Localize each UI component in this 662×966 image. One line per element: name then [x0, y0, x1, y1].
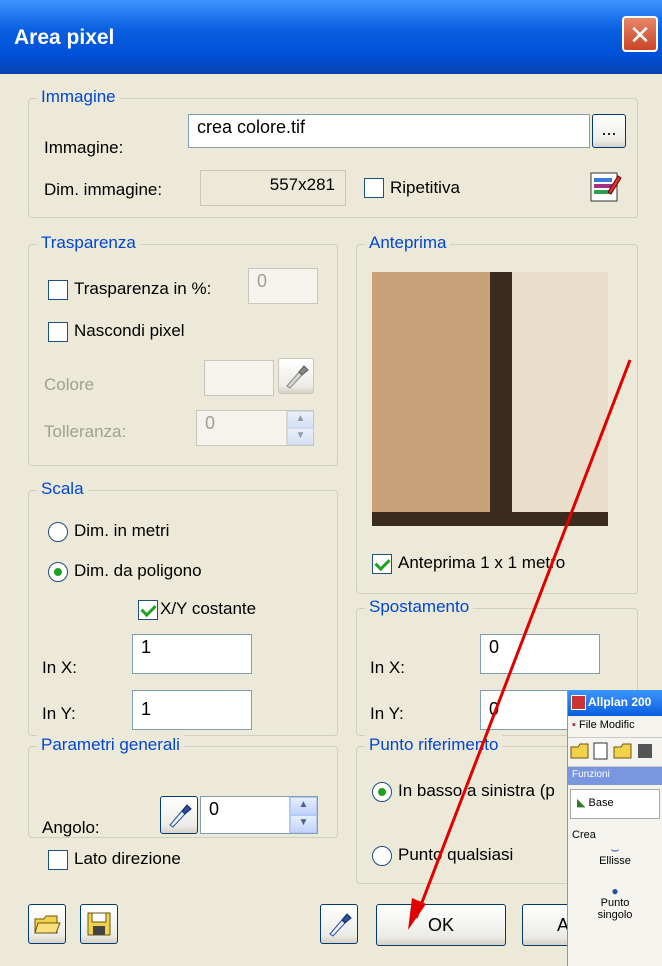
menu-modifica[interactable]: Modific: [600, 719, 635, 731]
eyedropper-icon: [329, 913, 352, 937]
allplan-app-icon: [571, 695, 586, 710]
legend-scala: Scala: [37, 479, 88, 499]
close-icon: ✕: [629, 20, 651, 50]
close-button[interactable]: ✕: [622, 16, 658, 52]
save-icon: [87, 912, 111, 936]
radio-dim-metri[interactable]: [48, 522, 68, 542]
lato-direzione-label[interactable]: Lato direzione: [74, 849, 181, 869]
eyedropper-footer-button[interactable]: [320, 904, 358, 944]
chevron-up-icon[interactable]: ▲: [287, 411, 314, 428]
anteprima-checkbox[interactable]: [372, 554, 392, 574]
xy-costante-label[interactable]: X/Y costante: [160, 599, 256, 619]
allplan-window-overlay: Allplan 200 ▪ File Modific Funzioni ◣ Ba…: [567, 690, 662, 966]
crea-label: Crea: [572, 829, 596, 841]
anteprima-label[interactable]: Anteprima 1 x 1 metro: [398, 553, 565, 573]
trasparenza-checkbox[interactable]: [48, 280, 68, 300]
nascondi-pixel-checkbox[interactable]: [48, 322, 68, 342]
ripetitiva-label[interactable]: Ripetitiva: [390, 178, 460, 198]
legend-immagine: Immagine: [37, 87, 120, 107]
punto-qualsiasi-label[interactable]: Punto qualsiasi: [398, 845, 513, 865]
legend-trasparenza: Trasparenza: [37, 233, 140, 253]
base-item[interactable]: ◣ Base: [570, 789, 660, 819]
eyedropper-icon: [169, 804, 192, 828]
title-bar[interactable]: Area pixel ✕: [0, 0, 662, 74]
punto-singolo-tool[interactable]: ● Punto singolo: [568, 885, 662, 921]
toolbar-save-icon[interactable]: [638, 744, 652, 758]
menu-app-icon: ▪: [572, 719, 576, 731]
allplan-titlebar[interactable]: Allplan 200: [568, 690, 662, 716]
image-label: Immagine:: [44, 138, 124, 157]
spostamento-in-x-label: In X:: [370, 658, 405, 677]
menu-file[interactable]: File: [579, 719, 597, 731]
chevron-down-icon[interactable]: ▼: [287, 428, 314, 445]
scala-in-y-field[interactable]: 1: [132, 690, 252, 730]
ellisse-label: Ellisse: [599, 855, 631, 867]
area-pixel-dialog: Area pixel ✕ Immagine Immagine: crea col…: [0, 0, 662, 966]
preview-image: [372, 272, 608, 526]
dim-label: Dim. immagine:: [44, 180, 163, 199]
eyedropper-colore-button[interactable]: [278, 358, 314, 394]
lato-direzione-checkbox[interactable]: [48, 850, 68, 870]
edit-image-icon[interactable]: [588, 170, 622, 204]
radio-punto-qualsiasi[interactable]: [372, 846, 392, 866]
punto-label: Punto: [600, 897, 630, 909]
xy-costante-checkbox[interactable]: [138, 600, 158, 620]
dim-value: 557x281: [200, 170, 346, 206]
legend-punto-riferimento: Punto riferimento: [365, 735, 503, 755]
colore-label: Colore: [44, 375, 95, 394]
legend-anteprima: Anteprima: [365, 233, 451, 253]
ellisse-tool[interactable]: ⌣ Ellisse: [568, 841, 662, 867]
toolbar-open-icon[interactable]: [570, 743, 589, 759]
angolo-label: Angolo:: [42, 818, 100, 837]
point-icon: ●: [611, 884, 619, 898]
singolo-label: singolo: [597, 909, 633, 921]
nascondi-pixel-label[interactable]: Nascondi pixel: [74, 321, 185, 341]
dim-poligono-label[interactable]: Dim. da poligono: [74, 561, 202, 581]
angolo-spinner[interactable]: ▲ ▼: [289, 797, 317, 833]
ok-button[interactable]: OK: [376, 904, 506, 946]
image-file-field[interactable]: crea colore.tif: [188, 114, 590, 148]
funzioni-header: Funzioni: [568, 767, 662, 785]
ripetitiva-checkbox[interactable]: [364, 178, 384, 198]
scala-in-x-label: In X:: [42, 658, 77, 677]
spostamento-in-y-label: In Y:: [370, 704, 404, 723]
in-basso-sinistra-label[interactable]: In basso a sinistra (p: [398, 781, 555, 801]
toolbar-folder-icon[interactable]: [613, 743, 632, 759]
tolleranza-label: Tolleranza:: [44, 422, 127, 441]
chevron-down-icon[interactable]: ▼: [290, 815, 317, 833]
toolbar-new-icon[interactable]: [593, 742, 608, 760]
allplan-toolbar: [568, 738, 662, 767]
legend-spostamento: Spostamento: [365, 597, 474, 617]
browse-button[interactable]: ...: [592, 114, 626, 148]
ellipse-icon: ⌣: [610, 841, 620, 857]
load-favorite-button[interactable]: [28, 904, 66, 944]
eyedropper-icon: [286, 365, 309, 389]
radio-in-basso-sinistra[interactable]: [372, 782, 392, 802]
legend-parametri-generali: Parametri generali: [37, 735, 184, 755]
allplan-title: Allplan 200: [588, 695, 652, 709]
dialog-title: Area pixel: [14, 26, 115, 49]
spostamento-in-x-field[interactable]: 0: [480, 634, 600, 674]
base-icon: ◣: [577, 797, 586, 809]
allplan-menubar: ▪ File Modific: [568, 716, 662, 738]
chevron-up-icon[interactable]: ▲: [290, 797, 317, 815]
dim-metri-label[interactable]: Dim. in metri: [74, 521, 169, 541]
scala-in-y-label: In Y:: [42, 704, 76, 723]
trasparenza-label[interactable]: Trasparenza in %:: [74, 279, 211, 299]
folder-open-icon: [34, 915, 61, 934]
radio-dim-poligono[interactable]: [48, 562, 68, 582]
scala-in-x-field[interactable]: 1: [132, 634, 252, 674]
base-label: Base: [588, 797, 614, 809]
save-favorite-button[interactable]: [80, 904, 118, 944]
eyedropper-angolo-button[interactable]: [160, 796, 198, 834]
colore-swatch[interactable]: [204, 360, 274, 396]
tolleranza-spinner[interactable]: ▲ ▼: [286, 411, 314, 445]
trasparenza-percent-field[interactable]: 0: [248, 268, 318, 304]
